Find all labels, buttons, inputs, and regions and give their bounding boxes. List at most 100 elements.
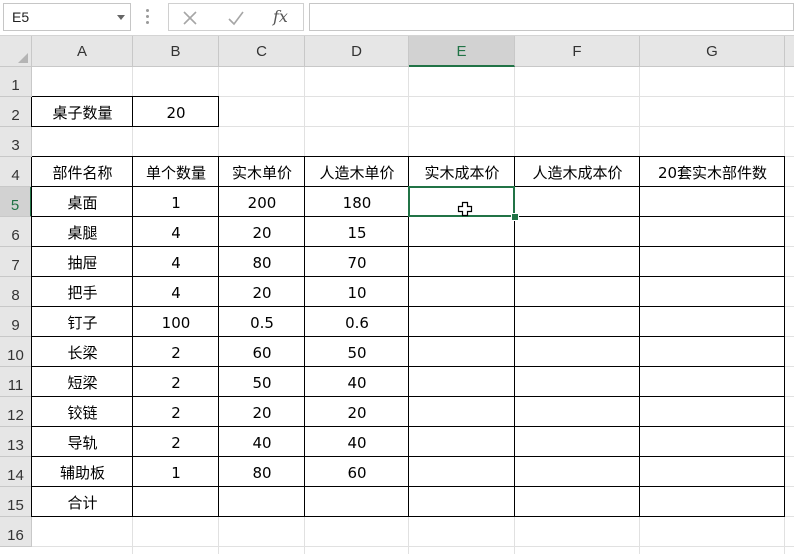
- table-cell[interactable]: [409, 277, 515, 307]
- table-cell[interactable]: [640, 277, 785, 307]
- row-header-2[interactable]: 2: [0, 97, 32, 127]
- table-cell[interactable]: [640, 307, 785, 337]
- table-cell[interactable]: 60: [305, 457, 409, 487]
- table-cell[interactable]: [640, 367, 785, 397]
- table-cell[interactable]: 4: [133, 217, 219, 247]
- table-cell[interactable]: 4: [133, 247, 219, 277]
- table-cell[interactable]: [640, 457, 785, 487]
- row-header-13[interactable]: 13: [0, 427, 32, 457]
- table-cell[interactable]: [409, 427, 515, 457]
- chevron-down-icon[interactable]: [117, 15, 125, 20]
- row-header-6[interactable]: 6: [0, 217, 32, 247]
- table-cell[interactable]: 铰链: [32, 397, 133, 427]
- column-header-e[interactable]: E: [409, 36, 515, 67]
- table-cell[interactable]: [305, 487, 409, 517]
- table-cell[interactable]: [515, 187, 640, 217]
- table-cell[interactable]: 40: [305, 367, 409, 397]
- table-cell[interactable]: 20: [219, 277, 305, 307]
- table-cell[interactable]: [409, 307, 515, 337]
- table-cell[interactable]: 把手: [32, 277, 133, 307]
- row-header-5[interactable]: 5: [0, 187, 32, 217]
- table-header-cell[interactable]: 部件名称: [32, 157, 133, 187]
- table-cell[interactable]: [515, 457, 640, 487]
- table-cell[interactable]: [515, 307, 640, 337]
- name-box[interactable]: E5: [3, 3, 131, 31]
- table-header-cell[interactable]: 人造木单价: [305, 157, 409, 187]
- insert-function-button[interactable]: fx: [273, 7, 295, 27]
- close-icon[interactable]: [179, 8, 201, 28]
- table-cell[interactable]: 辅助板: [32, 457, 133, 487]
- table-cell[interactable]: 10: [305, 277, 409, 307]
- row-header-3[interactable]: 3: [0, 127, 32, 157]
- table-cell[interactable]: [515, 397, 640, 427]
- table-cell[interactable]: [640, 247, 785, 277]
- row-header-9[interactable]: 9: [0, 307, 32, 337]
- formula-input[interactable]: [309, 3, 794, 31]
- table-cell[interactable]: 40: [305, 427, 409, 457]
- column-header-b[interactable]: B: [133, 36, 219, 67]
- table-header-cell[interactable]: 实木成本价: [409, 157, 515, 187]
- table-header-cell[interactable]: 人造木成本价: [515, 157, 640, 187]
- table-cell[interactable]: [515, 487, 640, 517]
- table-cell[interactable]: 100: [133, 307, 219, 337]
- table-cell[interactable]: 180: [305, 187, 409, 217]
- table-cell[interactable]: [515, 427, 640, 457]
- fill-handle[interactable]: [511, 213, 519, 221]
- table-cell[interactable]: 1: [133, 457, 219, 487]
- table-cell[interactable]: 80: [219, 457, 305, 487]
- table-cell[interactable]: 导轨: [32, 427, 133, 457]
- table-cell[interactable]: 长梁: [32, 337, 133, 367]
- table-cell[interactable]: [640, 397, 785, 427]
- table-header-cell[interactable]: 单个数量: [133, 157, 219, 187]
- table-cell[interactable]: 1: [133, 187, 219, 217]
- table-cell[interactable]: [409, 337, 515, 367]
- table-header-cell[interactable]: 20套实木部件数: [640, 157, 785, 187]
- column-header-c[interactable]: C: [219, 36, 305, 67]
- row-header-14[interactable]: 14: [0, 457, 32, 487]
- table-cell[interactable]: 20: [219, 217, 305, 247]
- table-cell[interactable]: [133, 487, 219, 517]
- table-cell[interactable]: 0.6: [305, 307, 409, 337]
- table-cell[interactable]: 0.5: [219, 307, 305, 337]
- table-cell[interactable]: 20: [305, 397, 409, 427]
- table-cell[interactable]: [515, 367, 640, 397]
- table-cell[interactable]: 4: [133, 277, 219, 307]
- table-cell[interactable]: [219, 487, 305, 517]
- table-cell[interactable]: 70: [305, 247, 409, 277]
- table-cell[interactable]: 2: [133, 337, 219, 367]
- table-cell[interactable]: 50: [219, 367, 305, 397]
- table-cell[interactable]: [640, 337, 785, 367]
- table-cell[interactable]: [640, 217, 785, 247]
- row-header-7[interactable]: 7: [0, 247, 32, 277]
- table-cell[interactable]: 20: [219, 397, 305, 427]
- row-header-15[interactable]: 15: [0, 487, 32, 517]
- table-cell[interactable]: 80: [219, 247, 305, 277]
- row-header-12[interactable]: 12: [0, 397, 32, 427]
- worksheet-grid[interactable]: A B C D E F G 1 2 3 4 5 6 7 8 9 10 11 12 13 14 15 16 桌子数量 20 部件名称…: [0, 36, 794, 554]
- desk-count-value[interactable]: 20: [133, 97, 219, 127]
- table-cell[interactable]: 60: [219, 337, 305, 367]
- table-cell[interactable]: [515, 247, 640, 277]
- table-cell[interactable]: [409, 457, 515, 487]
- table-cell[interactable]: 200: [219, 187, 305, 217]
- table-cell[interactable]: [409, 247, 515, 277]
- table-cell[interactable]: 桌面: [32, 187, 133, 217]
- table-cell[interactable]: [409, 217, 515, 247]
- table-cell[interactable]: 50: [305, 337, 409, 367]
- table-cell[interactable]: 2: [133, 367, 219, 397]
- table-cell[interactable]: [409, 397, 515, 427]
- table-cell[interactable]: 短梁: [32, 367, 133, 397]
- table-cell[interactable]: 合计: [32, 487, 133, 517]
- column-header-f[interactable]: F: [515, 36, 640, 67]
- table-cell[interactable]: [640, 487, 785, 517]
- row-header-8[interactable]: 8: [0, 277, 32, 307]
- table-cell[interactable]: [409, 487, 515, 517]
- row-header-16[interactable]: 16: [0, 517, 32, 547]
- table-header-cell[interactable]: 实木单价: [219, 157, 305, 187]
- table-cell[interactable]: [640, 187, 785, 217]
- table-cell[interactable]: [515, 277, 640, 307]
- row-header-1[interactable]: 1: [0, 67, 32, 97]
- table-cell[interactable]: 抽屉: [32, 247, 133, 277]
- column-header-d[interactable]: D: [305, 36, 409, 67]
- more-options-icon[interactable]: [146, 9, 150, 27]
